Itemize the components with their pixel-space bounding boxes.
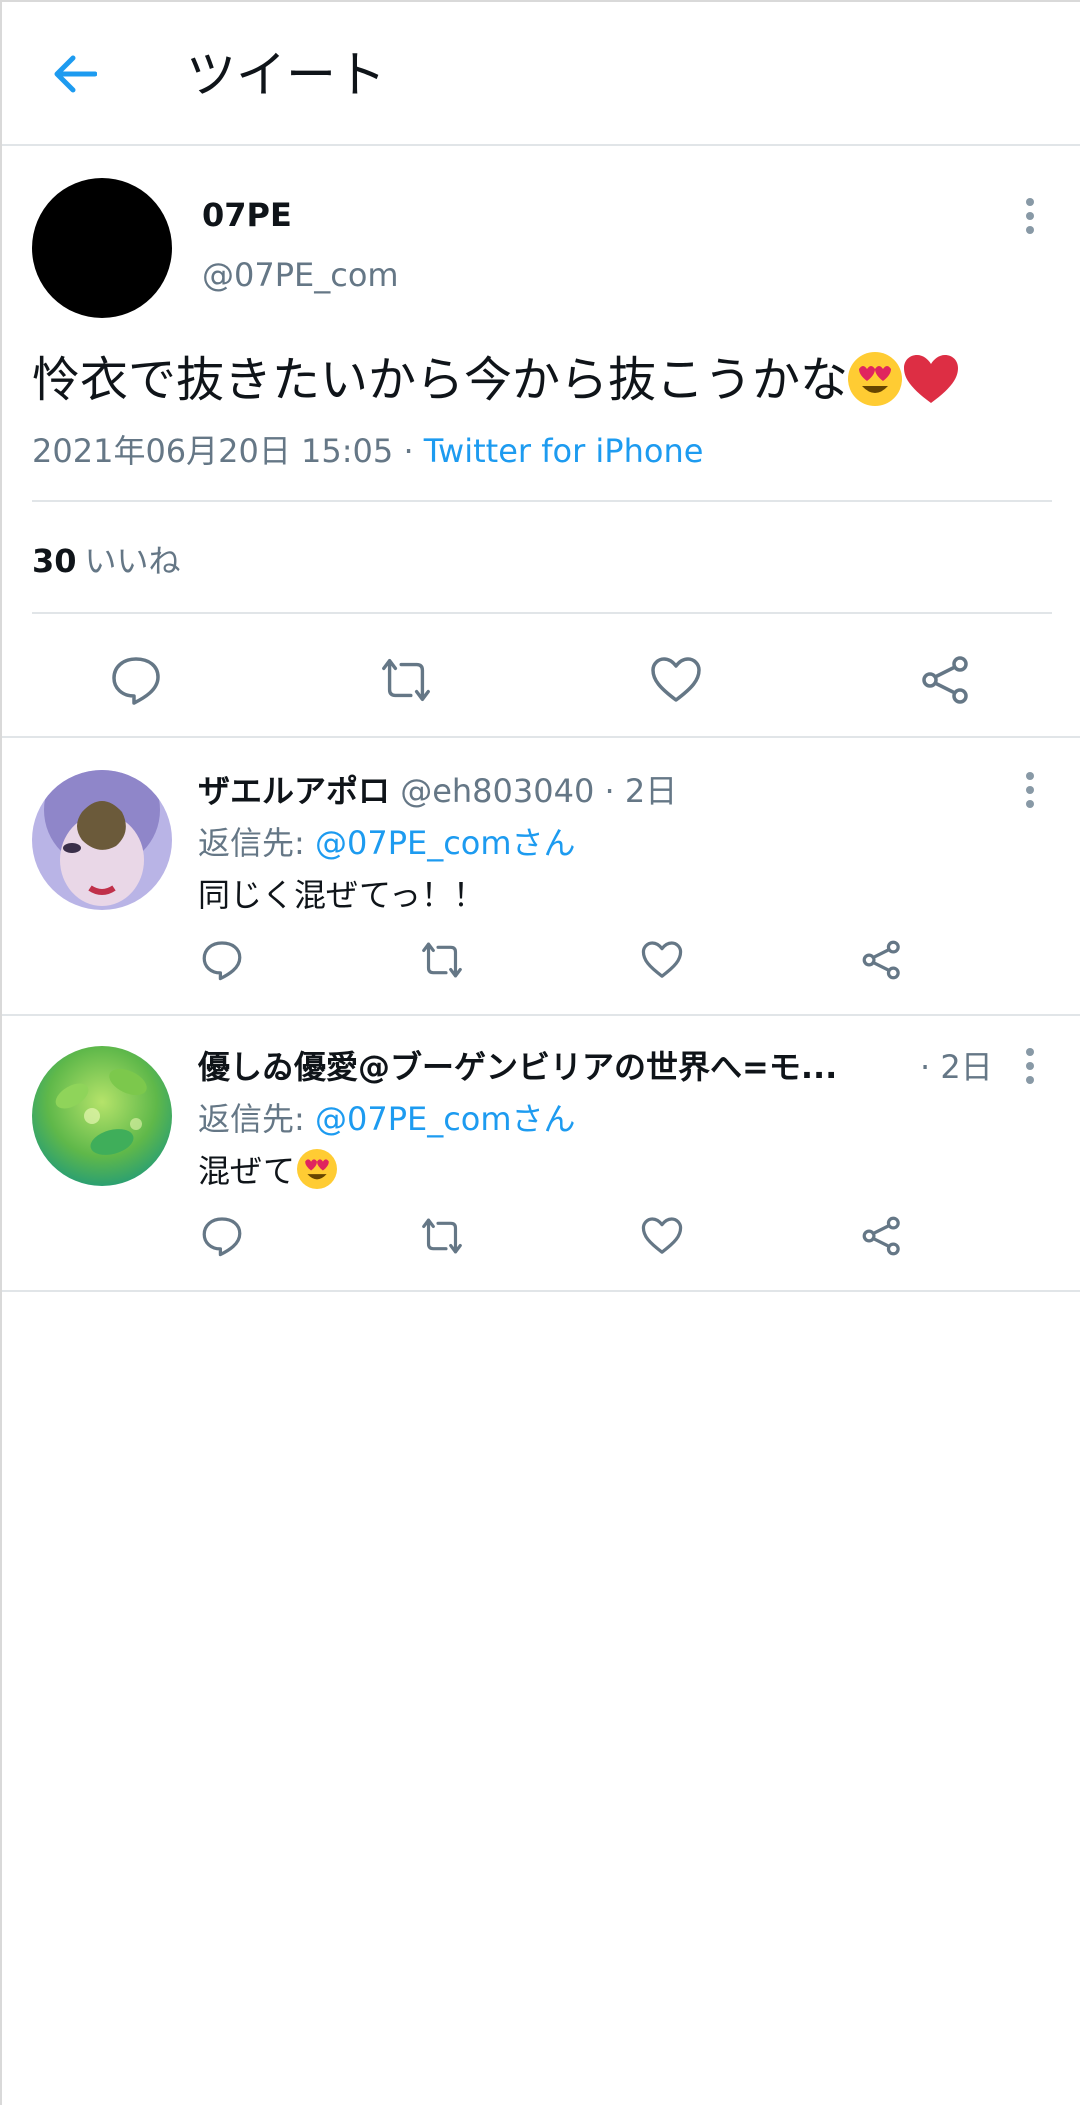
tweet-text-body: 怜衣で抜きたいから今から抜こうかな <box>32 352 849 408</box>
reply-button[interactable] <box>198 936 246 984</box>
heart-eyes-emoji-icon <box>296 1149 337 1189</box>
author-name[interactable]: ザエルアポロ <box>198 772 390 810</box>
avatar[interactable] <box>32 178 172 318</box>
heart-icon <box>641 1217 683 1254</box>
reply-time: · 2日 <box>594 772 678 810</box>
like-button[interactable] <box>648 652 704 708</box>
reply-header: ザエルアポロ @eh803040 · 2日 <box>198 766 998 812</box>
more-options-button[interactable] <box>1018 196 1042 236</box>
red-heart-icon <box>904 355 959 403</box>
reply-tweet[interactable]: 優しゐ優愛@ブーゲンビリアの世界へ=モ... · 2日 返信先: @07PE_c… <box>2 1016 1080 1292</box>
page-title: ツイート <box>186 46 386 104</box>
reply-time: · 2日 <box>920 1048 993 1086</box>
avatar[interactable] <box>32 1046 172 1186</box>
likes-count: 30 <box>32 542 77 580</box>
retweet-button[interactable] <box>418 936 466 984</box>
top-bar: ツイート <box>2 2 1080 146</box>
likes-summary[interactable]: 30 いいね <box>32 536 181 582</box>
tweet-source-link[interactable]: Twitter for iPhone <box>424 432 704 470</box>
share-button[interactable] <box>858 1212 906 1260</box>
reply-text: 同じく混ぜてっ！！ <box>198 876 486 914</box>
retweet-button[interactable] <box>418 1212 466 1260</box>
reply-tweet[interactable]: ザエルアポロ @eh803040 · 2日 返信先: @07PE_comさん 同… <box>2 740 1080 1016</box>
retweet-icon <box>422 942 462 978</box>
reply-to-label: 返信先: <box>198 824 315 862</box>
reply-button[interactable] <box>198 1212 246 1260</box>
reply-to-mention[interactable]: @07PE_comさん <box>315 1100 576 1138</box>
reply-icon <box>112 657 160 705</box>
back-arrow-icon <box>54 55 97 93</box>
tweet-meta: 2021年06月20日 15:05 · Twitter for iPhone <box>32 426 703 472</box>
tweet-actions <box>2 648 1080 720</box>
reply-icon <box>202 1217 242 1257</box>
heart-icon <box>641 941 683 978</box>
divider <box>32 500 1052 502</box>
retweet-icon <box>422 1218 462 1254</box>
reply-to-label: 返信先: <box>198 1100 315 1138</box>
tweet-text: 怜衣で抜きたいから今から抜こうかな <box>32 348 960 412</box>
more-vertical-icon <box>1026 198 1034 234</box>
reply-button[interactable] <box>108 652 164 708</box>
tweet-timestamp: 2021年06月20日 15:05 · <box>32 432 424 470</box>
reply-header: 優しゐ優愛@ブーゲンビリアの世界へ=モ... <box>198 1042 998 1088</box>
like-button[interactable] <box>638 1212 686 1260</box>
reply-text-body: 混ぜて <box>198 1152 295 1190</box>
more-vertical-icon <box>1026 1048 1034 1084</box>
share-button[interactable] <box>918 652 974 708</box>
retweet-button[interactable] <box>378 652 434 708</box>
author-handle[interactable]: @eh803040 <box>400 772 594 810</box>
divider <box>32 612 1052 614</box>
reply-text: 混ぜて <box>198 1146 337 1192</box>
avatar[interactable] <box>32 770 172 910</box>
share-icon <box>862 1216 900 1256</box>
more-vertical-icon <box>1026 772 1034 808</box>
like-button[interactable] <box>638 936 686 984</box>
author-name[interactable]: 優しゐ優愛@ブーゲンビリアの世界へ=モ... <box>198 1048 837 1086</box>
reply-to: 返信先: @07PE_comさん <box>198 818 576 864</box>
author-handle[interactable]: @07PE_com <box>202 256 399 294</box>
back-button[interactable] <box>42 38 106 110</box>
main-tweet: 07PE @07PE_com 怜衣で抜きたいから今から抜こうかな 2021年06… <box>2 148 1080 738</box>
retweet-icon <box>382 658 430 701</box>
heart-icon <box>651 657 701 702</box>
author-name[interactable]: 07PE <box>202 196 292 234</box>
share-icon <box>862 940 900 980</box>
share-button[interactable] <box>858 936 906 984</box>
reply-to-mention[interactable]: @07PE_comさん <box>315 824 576 862</box>
share-icon <box>922 656 968 704</box>
more-options-button[interactable] <box>1018 770 1042 810</box>
reply-to: 返信先: @07PE_comさん <box>198 1094 576 1140</box>
likes-label: いいね <box>84 542 181 580</box>
heart-eyes-emoji-icon <box>848 352 903 406</box>
more-options-button[interactable] <box>1018 1046 1042 1086</box>
reply-icon <box>202 941 242 981</box>
